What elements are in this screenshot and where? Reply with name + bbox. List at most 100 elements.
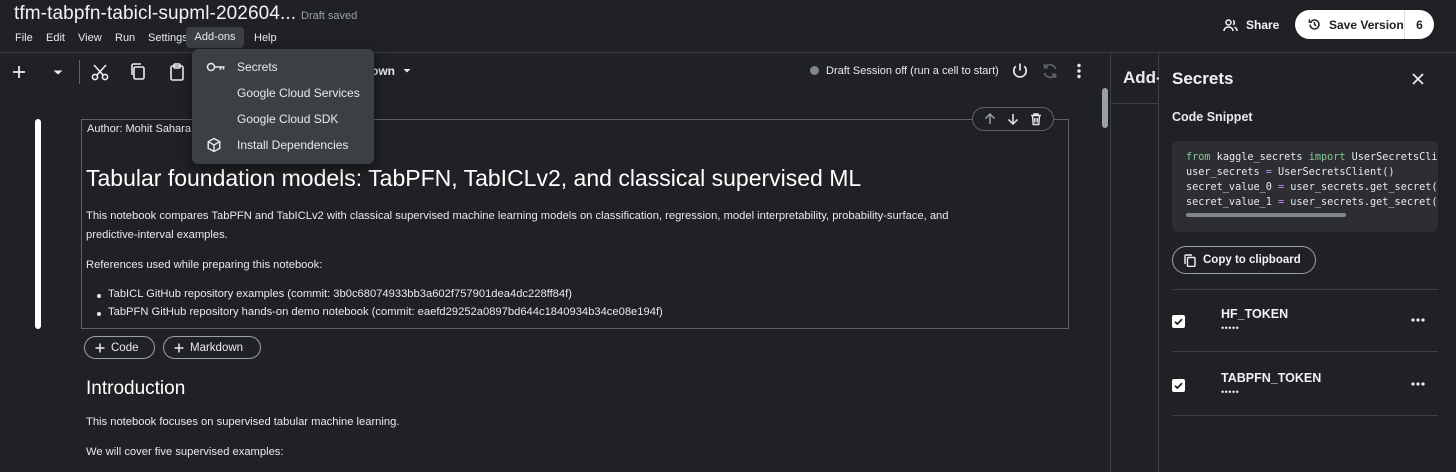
cell-type-select[interactable]: own — [371, 64, 395, 78]
addons-peek-divider — [1111, 103, 1158, 104]
code-line-1: from kaggle_secrets import UserSecretsCl… — [1186, 152, 1438, 163]
key-icon — [206, 61, 226, 73]
code-line-4: secret_value_1 = user_secrets.get_secret… — [1186, 197, 1438, 208]
code-text: UserSecretsClient() — [1271, 167, 1395, 178]
move-down-icon[interactable] — [1006, 112, 1020, 126]
more-options-icon[interactable] — [1410, 312, 1426, 328]
restart-icon[interactable] — [1040, 61, 1060, 81]
code-scrollbar[interactable] — [1186, 213, 1346, 217]
power-icon[interactable] — [1010, 61, 1030, 81]
menu-file[interactable]: File — [15, 32, 33, 44]
add-markdown-cell-button[interactable]: Markdown — [163, 336, 261, 359]
reference-item-tabpfn: TabPFN GitHub repository hands-on demo n… — [108, 306, 663, 318]
section-paragraph-1: This notebook focuses on supervised tabu… — [86, 416, 400, 428]
move-up-icon[interactable] — [983, 112, 997, 126]
menu-item-google-cloud-sdk[interactable]: Google Cloud SDK — [192, 106, 374, 132]
add-code-cell-button[interactable]: Code — [84, 336, 155, 359]
menu-addons[interactable]: Add-ons — [186, 27, 244, 48]
section-heading: Introduction — [86, 378, 186, 399]
history-icon — [1308, 18, 1321, 31]
copy-icon[interactable] — [128, 62, 148, 82]
addons-dropdown-menu: Secrets Google Cloud Services Google Clo… — [192, 49, 374, 164]
save-version-label: Save Version — [1329, 17, 1404, 32]
session-status-dot — [810, 66, 819, 75]
save-version-button[interactable]: Save Version 6 — [1295, 10, 1434, 39]
notebook-title[interactable]: tfm-tabpfn-tabicl-supml-202604... — [14, 3, 296, 25]
menu-edit[interactable]: Edit — [46, 32, 65, 44]
menu-item-google-cloud-services[interactable]: Google Cloud Services — [192, 80, 374, 106]
share-label: Share — [1246, 18, 1280, 32]
add-cell-dropdown-icon[interactable] — [48, 62, 68, 82]
menu-view[interactable]: View — [78, 32, 102, 44]
menu-item-secrets-label: Secrets — [237, 60, 278, 74]
code-text: user_secrets — [1186, 167, 1266, 178]
code-text: secret_value_0 — [1186, 182, 1279, 193]
secret-masked-value: ••••• — [1221, 387, 1240, 397]
code-snippet-box[interactable]: from kaggle_secrets import UserSecretsCl… — [1172, 141, 1438, 232]
intro-paragraph-line-1: This notebook compares TabPFN and TabICL… — [86, 210, 949, 222]
plus-icon — [95, 343, 105, 353]
menu-settings[interactable]: Settings — [148, 32, 188, 44]
secrets-panel-title: Secrets — [1172, 69, 1234, 88]
chevron-down-icon[interactable] — [402, 67, 412, 75]
author-line: Author: Mohit Sahara — [87, 123, 191, 135]
package-icon — [206, 137, 222, 153]
intro-paragraph-line-2: predictive-interval examples. — [86, 229, 228, 241]
secret-row-tabpfn-token: TABPFN_TOKEN ••••• — [1172, 354, 1438, 416]
close-icon[interactable] — [1410, 71, 1426, 87]
code-text: user_secrets.get_secret("HF_TOKEN") — [1290, 182, 1438, 193]
selected-cell-indicator — [35, 119, 41, 329]
menu-item-secrets[interactable]: Secrets — [192, 54, 374, 80]
menu-item-google-cloud-sdk-label: Google Cloud SDK — [237, 112, 339, 126]
code-keyword: from — [1186, 152, 1211, 163]
people-icon — [1223, 18, 1238, 32]
toolbar-divider — [79, 60, 80, 84]
code-text: secret_value_1 — [1186, 197, 1279, 208]
copy-to-clipboard-label: Copy to clipboard — [1203, 254, 1301, 266]
code-snippet-label: Code Snippet — [1172, 110, 1253, 124]
secret-checkbox[interactable] — [1172, 315, 1185, 328]
code-text: user_secrets.get_secret("TABPFN_TOKEN") — [1290, 197, 1438, 208]
cell-controls — [972, 107, 1054, 131]
more-options-icon[interactable] — [1410, 376, 1426, 392]
reference-item-tabicl: TabICL GitHub repository examples (commi… — [108, 288, 572, 300]
plus-icon — [174, 343, 184, 353]
code-text: UserSecretsClient — [1351, 152, 1438, 163]
menu-item-install-dependencies-label: Install Dependencies — [237, 138, 349, 152]
delete-icon[interactable] — [1029, 112, 1043, 126]
secret-masked-value: ••••• — [1221, 323, 1240, 333]
menu-run[interactable]: Run — [115, 32, 135, 44]
paste-icon[interactable] — [167, 62, 187, 82]
add-markdown-label: Markdown — [190, 341, 244, 354]
secret-row-hf-token: HF_TOKEN ••••• — [1172, 290, 1438, 352]
notebook-scrollbar[interactable] — [1102, 88, 1108, 128]
code-line-2: user_secrets = UserSecretsClient() — [1186, 167, 1395, 178]
save-status: Draft saved — [301, 10, 358, 22]
copy-to-clipboard-button[interactable]: Copy to clipboard — [1172, 246, 1316, 274]
references-label: References used while preparing this not… — [86, 259, 323, 271]
bullet — [97, 294, 101, 298]
section-paragraph-2: We will cover five supervised examples: — [86, 446, 284, 458]
more-options-icon[interactable] — [1069, 61, 1089, 81]
session-status-text: Draft Session off (run a cell to start) — [826, 65, 999, 77]
menu-item-google-cloud-services-label: Google Cloud Services — [237, 86, 360, 100]
panel-divider — [1110, 53, 1111, 472]
cut-icon[interactable] — [90, 62, 110, 82]
addons-panel-title: Add-ons — [1123, 68, 1159, 87]
add-cell-icon[interactable] — [9, 62, 29, 82]
add-code-label: Code — [111, 341, 139, 354]
menu-item-install-dependencies[interactable]: Install Dependencies — [192, 132, 374, 158]
menu-help[interactable]: Help — [254, 32, 277, 44]
code-line-3: secret_value_0 = user_secrets.get_secret… — [1186, 182, 1438, 193]
bullet — [97, 312, 101, 316]
code-keyword: import — [1308, 152, 1346, 163]
secret-name: TABPFN_TOKEN — [1221, 371, 1322, 385]
panel-divider — [1158, 53, 1159, 472]
secret-checkbox[interactable] — [1172, 379, 1185, 392]
version-count[interactable]: 6 — [1405, 18, 1434, 32]
notebook-heading: Tabular foundation models: TabPFN, TabIC… — [86, 165, 862, 191]
share-button[interactable]: Share — [1211, 11, 1285, 39]
code-text: kaggle_secrets — [1210, 152, 1309, 163]
copy-icon — [1184, 253, 1196, 267]
secret-name: HF_TOKEN — [1221, 307, 1289, 321]
